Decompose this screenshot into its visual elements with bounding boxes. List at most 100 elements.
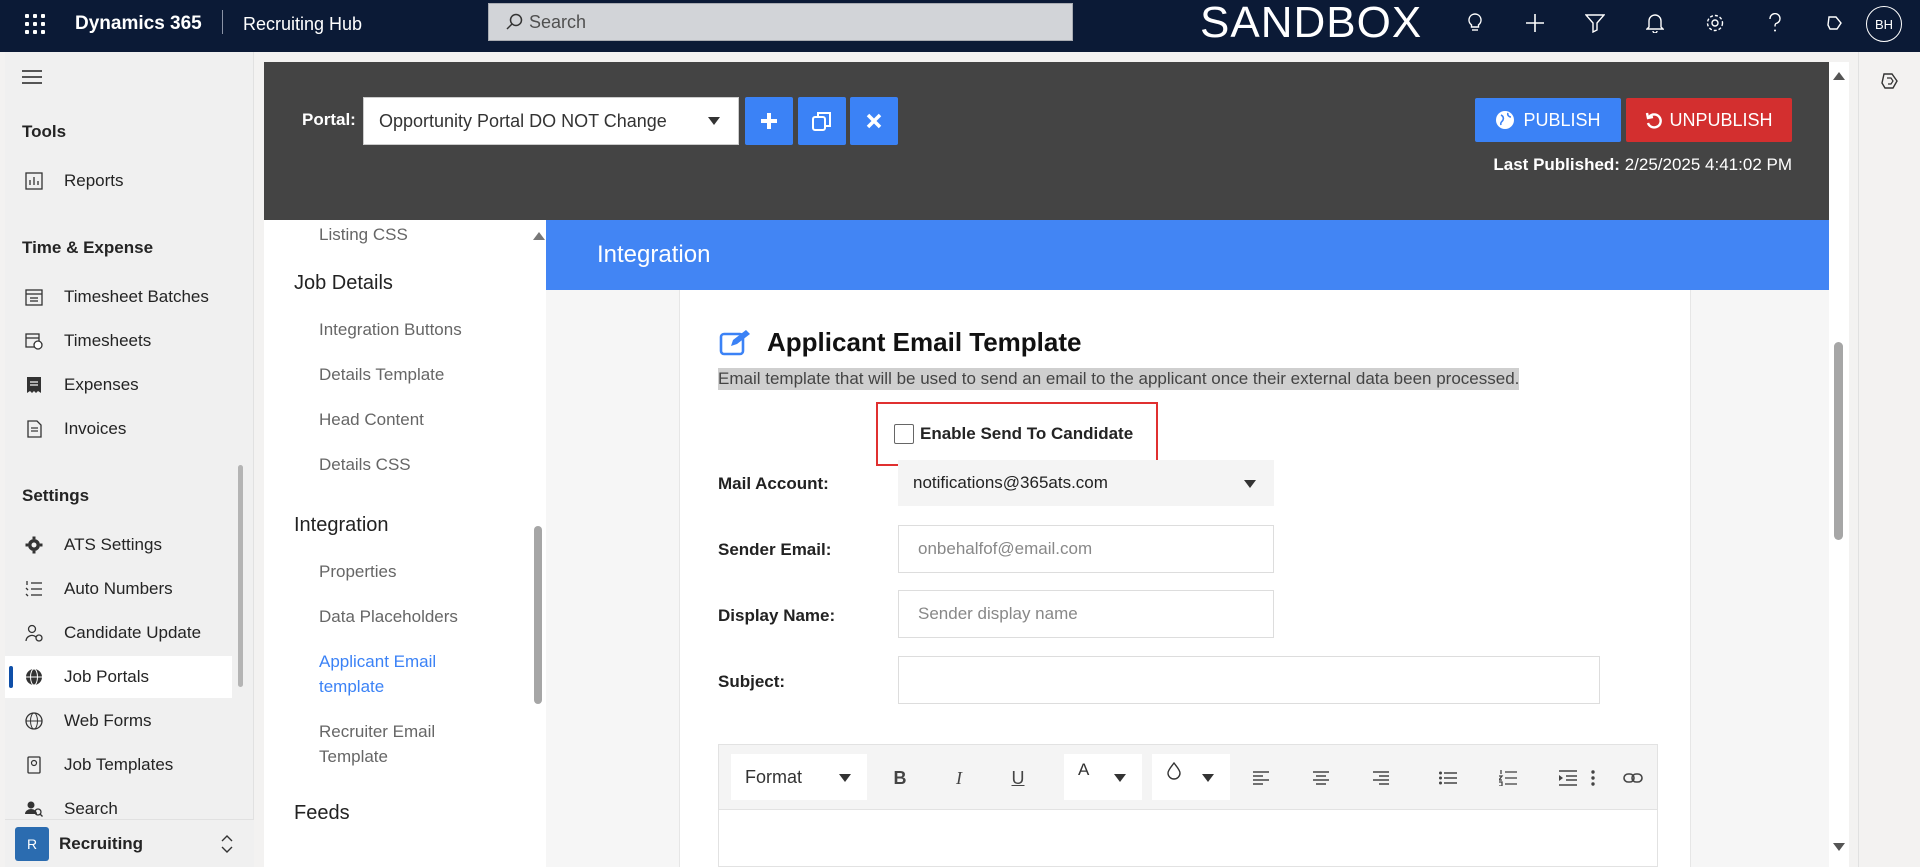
link-button[interactable] bbox=[1623, 765, 1657, 791]
unpublish-button[interactable]: UNPUBLISH bbox=[1626, 98, 1792, 142]
more-options-button[interactable] bbox=[1585, 765, 1601, 791]
copilot-icon[interactable] bbox=[1805, 10, 1865, 36]
numbered-list-button[interactable] bbox=[1493, 765, 1523, 791]
section-nav-item-listing-css[interactable]: Listing CSS bbox=[319, 222, 509, 247]
caret-down-icon bbox=[1202, 774, 1214, 782]
scroll-thumb[interactable] bbox=[534, 526, 542, 704]
unpublish-label: UNPUBLISH bbox=[1669, 109, 1773, 130]
checkbox[interactable] bbox=[894, 424, 914, 444]
lightbulb-icon[interactable] bbox=[1445, 10, 1505, 36]
droplet-icon bbox=[1167, 762, 1181, 780]
format-label: Format bbox=[745, 766, 803, 787]
gear-icon[interactable] bbox=[1685, 10, 1745, 36]
nav-item-label: ATS Settings bbox=[64, 535, 162, 554]
user-avatar[interactable]: BH bbox=[1866, 6, 1902, 42]
bold-button[interactable]: B bbox=[885, 765, 915, 791]
nav-item-auto-numbers[interactable]: Auto Numbers bbox=[5, 568, 232, 610]
section-nav-heading-job-details[interactable]: Job Details bbox=[294, 272, 393, 295]
close-icon bbox=[866, 113, 882, 129]
search-placeholder: Search bbox=[529, 11, 587, 32]
section-nav-item-head-content[interactable]: Head Content bbox=[319, 407, 509, 432]
nav-item-invoices[interactable]: Invoices bbox=[5, 408, 232, 450]
nav-item-expenses[interactable]: Expenses bbox=[5, 364, 232, 406]
hamburger-icon[interactable] bbox=[22, 70, 42, 88]
display-name-placeholder: Sender display name bbox=[918, 604, 1078, 623]
section-nav-heading-feeds[interactable]: Feeds bbox=[294, 802, 350, 825]
section-nav-item-properties[interactable]: Properties bbox=[319, 559, 509, 584]
display-name-input[interactable]: Sender display name bbox=[898, 590, 1274, 638]
global-search-input[interactable]: Search bbox=[488, 3, 1073, 41]
numbered-list-icon bbox=[1499, 770, 1517, 786]
section-nav-item-recruiter-email-template[interactable]: Recruiter Email Template bbox=[319, 719, 509, 769]
timesheet-icon bbox=[22, 332, 46, 350]
copy-portal-button[interactable] bbox=[798, 97, 846, 145]
nav-item-candidate-update[interactable]: Candidate Update bbox=[5, 612, 232, 654]
section-nav-item-line: template bbox=[319, 677, 385, 696]
brand-name[interactable]: Dynamics 365 bbox=[75, 13, 202, 35]
format-dropdown[interactable]: Format bbox=[731, 754, 867, 800]
nav-item-job-templates[interactable]: Job Templates bbox=[5, 744, 232, 786]
scroll-down-icon[interactable] bbox=[1833, 843, 1845, 851]
editor-toolbar: Format B I U A bbox=[718, 744, 1658, 810]
scroll-thumb[interactable] bbox=[1834, 342, 1843, 540]
publish-button[interactable]: PUBLISH bbox=[1475, 98, 1621, 142]
add-portal-button[interactable] bbox=[745, 97, 793, 145]
nav-item-web-forms[interactable]: Web Forms bbox=[5, 700, 232, 742]
bell-icon[interactable] bbox=[1625, 10, 1685, 36]
right-rail bbox=[1858, 52, 1920, 867]
page-scrollbar[interactable] bbox=[1829, 62, 1849, 867]
nav-scrollbar[interactable] bbox=[238, 465, 243, 687]
subject-input[interactable] bbox=[898, 656, 1600, 704]
section-nav-heading-integration[interactable]: Integration bbox=[294, 514, 389, 537]
align-left-button[interactable] bbox=[1246, 765, 1276, 791]
section-nav-item-data-placeholders[interactable]: Data Placeholders bbox=[319, 604, 509, 629]
filter-icon[interactable] bbox=[1565, 10, 1625, 36]
section-nav-item-details-template[interactable]: Details Template bbox=[319, 362, 509, 387]
font-color-dropdown[interactable]: A bbox=[1064, 754, 1142, 800]
copy-icon bbox=[812, 112, 831, 131]
delete-portal-button[interactable] bbox=[850, 97, 898, 145]
app-name[interactable]: Recruiting Hub bbox=[243, 14, 362, 35]
sender-email-input[interactable]: onbehalfof@email.com bbox=[898, 525, 1274, 573]
enable-send-label: Enable Send To Candidate bbox=[920, 424, 1134, 443]
more-vertical-icon bbox=[1591, 770, 1595, 786]
section-nav-item-integration-buttons[interactable]: Integration Buttons bbox=[319, 317, 509, 342]
section-nav-scrollbar[interactable] bbox=[529, 220, 546, 867]
help-icon[interactable] bbox=[1745, 10, 1805, 36]
portal-editor: Portal: Opportunity Portal DO NOT Change… bbox=[264, 62, 1829, 867]
underline-button[interactable]: U bbox=[1003, 765, 1033, 791]
topbar-divider bbox=[222, 10, 223, 34]
align-center-button[interactable] bbox=[1306, 765, 1336, 791]
plus-icon bbox=[761, 113, 777, 129]
indent-button[interactable] bbox=[1553, 765, 1583, 791]
section-nav-item-applicant-email-template[interactable]: Applicant Email template bbox=[319, 649, 509, 699]
align-right-button[interactable] bbox=[1366, 765, 1396, 791]
font-color-icon: A bbox=[1078, 760, 1090, 779]
copilot-icon[interactable] bbox=[1879, 70, 1901, 92]
portal-select[interactable]: Opportunity Portal DO NOT Change bbox=[363, 97, 739, 145]
nav-item-reports[interactable]: Reports bbox=[5, 160, 232, 202]
bullet-list-button[interactable] bbox=[1433, 765, 1463, 791]
nav-group-time-expense: Time & Expense bbox=[22, 238, 154, 257]
display-name-label: Display Name: bbox=[718, 606, 836, 625]
nav-item-ats-settings[interactable]: ATS Settings bbox=[5, 524, 232, 566]
mail-account-select[interactable]: notifications@365ats.com bbox=[898, 460, 1274, 506]
background-color-dropdown[interactable] bbox=[1152, 754, 1230, 800]
nav-item-label: Expenses bbox=[64, 375, 139, 394]
scroll-up-icon[interactable] bbox=[1833, 72, 1845, 80]
italic-button[interactable]: I bbox=[944, 765, 974, 791]
nav-item-job-portals[interactable]: Job Portals bbox=[5, 656, 232, 698]
nav-item-timesheets[interactable]: Timesheets bbox=[5, 320, 232, 362]
email-body-editor[interactable] bbox=[718, 810, 1658, 867]
area-switcher[interactable]: R Recruiting bbox=[5, 819, 254, 867]
nav-item-label: Reports bbox=[64, 171, 124, 190]
nav-item-timesheet-batches[interactable]: Timesheet Batches bbox=[5, 276, 232, 318]
enable-send-to-candidate-checkbox[interactable]: Enable Send To Candidate bbox=[876, 402, 1158, 466]
section-nav: Listing CSS Job Details Integration Butt… bbox=[264, 220, 546, 867]
nav-item-label: Timesheet Batches bbox=[64, 287, 209, 306]
card-title-text: Applicant Email Template bbox=[767, 327, 1082, 357]
plus-icon[interactable] bbox=[1505, 10, 1565, 36]
section-nav-item-details-css[interactable]: Details CSS bbox=[319, 452, 509, 477]
app-launcher-icon[interactable] bbox=[22, 11, 48, 37]
scroll-up-icon[interactable] bbox=[533, 232, 545, 240]
